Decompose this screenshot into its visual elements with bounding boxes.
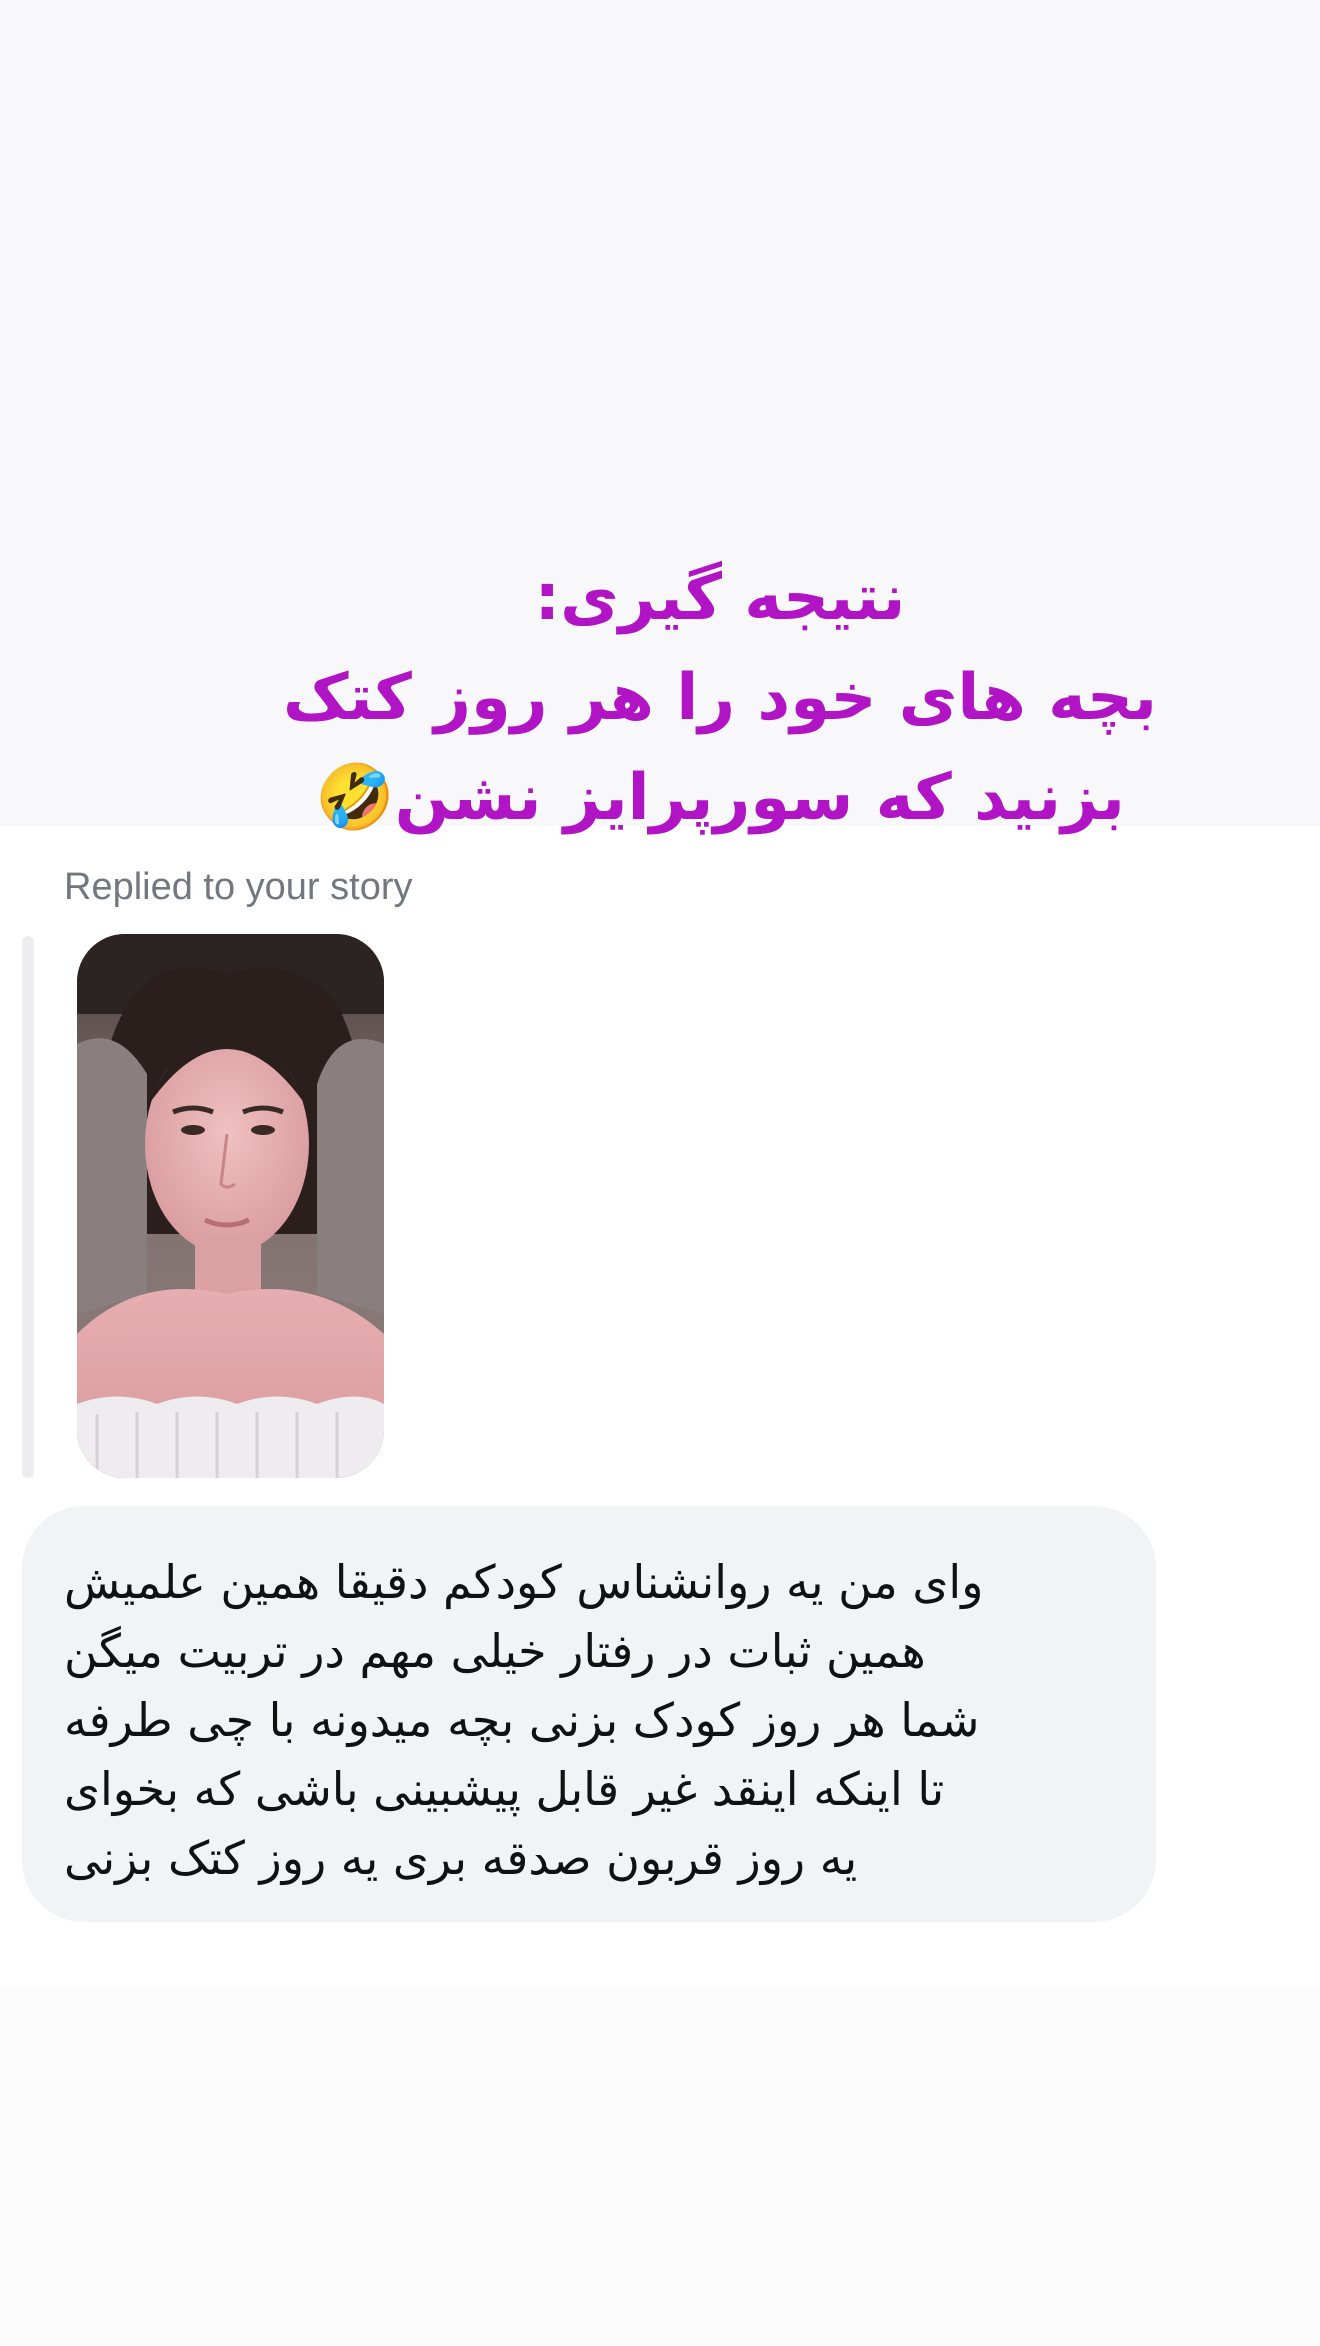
reply-quote-bar [22,936,34,1478]
replied-to-story-label: Replied to your story [64,866,413,908]
story-photo-image [77,934,384,1478]
bottom-area [0,1986,1320,2346]
story-photo-thumbnail[interactable] [77,934,384,1478]
message-text: وای من یه روانشناس کودکم دقیقا همین علمی… [64,1548,1098,1893]
story-caption-line: نتیجه گیری: [534,561,906,635]
message-line: شما هر روز کودک بزنی بچه میدونه با چی طر… [64,1693,980,1747]
message-line: تا اینکه اینقد غیر قابل پیشبینی باشی که … [64,1762,945,1816]
story-caption-line: بچه های خود را هر روز کتک [282,661,1158,735]
message-line: یه روز قربون صدقه بری یه روز کتک بزنی [64,1831,858,1885]
message-line: همین ثبات در رفتار خیلی مهم در تربیت میگ… [64,1624,926,1678]
message-bubble[interactable]: وای من یه روانشناس کودکم دقیقا همین علمی… [22,1506,1156,1922]
story-caption: نتیجه گیری: بچه های خود را هر روز کتک بز… [240,548,1200,848]
story-caption-line: بزنید که سورپرایز نشن🤣 [315,761,1125,835]
message-line: وای من یه روانشناس کودکم دقیقا همین علمی… [64,1555,984,1609]
